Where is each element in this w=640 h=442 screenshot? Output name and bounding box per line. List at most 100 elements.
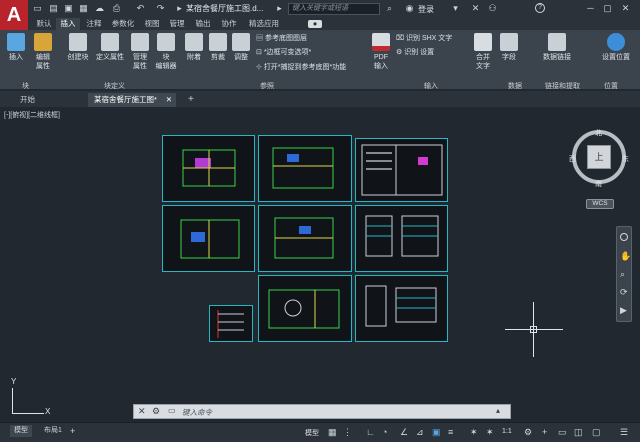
compass-west[interactable]: 西 [569, 154, 576, 164]
autocad-logo[interactable]: A [0, 0, 28, 30]
viewcube-face[interactable]: 上 [587, 145, 611, 169]
quick-properties-icon[interactable]: ◫ [574, 427, 583, 438]
new-file-icon[interactable]: ▭ [32, 3, 43, 14]
viewport-controls-label[interactable]: [-][俯视][二维线框] [4, 110, 60, 120]
grid-icon[interactable]: ▦ [328, 427, 337, 438]
tab-featured-apps[interactable]: 精选应用 [244, 18, 284, 30]
command-history-icon[interactable]: ▴ [496, 406, 500, 415]
tab-parametric[interactable]: 参数化 [108, 18, 138, 30]
scale-dropdown[interactable]: 1:1 [502, 428, 512, 435]
manage-attributes-button[interactable]: 管理 属性 [128, 33, 152, 71]
open-file-icon[interactable]: ▤ [48, 3, 59, 14]
workspace-gear-icon[interactable]: ⚙ [524, 427, 532, 438]
define-attributes-button[interactable]: 定义属性 [94, 33, 126, 62]
annotation-visibility-icon[interactable]: ✶ [470, 427, 478, 438]
isolate-objects-icon[interactable]: ▢ [592, 427, 601, 438]
print-icon[interactable]: ⎙ [111, 3, 122, 14]
tab-model[interactable]: 模型 [10, 425, 32, 437]
compass-north[interactable]: 北 [595, 128, 602, 138]
share-icon[interactable]: ▸ [174, 3, 185, 14]
object-snap-icon[interactable]: ▣ [432, 427, 441, 438]
ortho-icon[interactable]: ∟ [366, 427, 375, 438]
drawing-sheet[interactable] [355, 138, 448, 202]
field-button[interactable]: 字段 [498, 33, 520, 62]
maximize-icon[interactable]: ▢ [602, 3, 613, 14]
pdf-import-button[interactable]: PDF 输入 [368, 33, 394, 71]
command-line[interactable]: ✕ ⚙ ▭ 键入命令 ▴ [133, 404, 511, 419]
compass-east[interactable]: 东 [622, 154, 629, 164]
tab-insert[interactable]: 插入 [56, 18, 80, 30]
close-command-icon[interactable]: ✕ [138, 406, 146, 417]
model-space-button[interactable]: 模型 [305, 428, 319, 438]
command-input[interactable]: 键入命令 [182, 407, 212, 418]
new-tab-button[interactable]: + [182, 93, 198, 107]
attach-button[interactable]: 附着 [182, 33, 206, 62]
drawing-sheet[interactable] [355, 275, 448, 342]
customize-menu-icon[interactable]: ☰ [620, 427, 628, 438]
tab-default[interactable]: 默认 [32, 18, 56, 30]
object-snap-tracking-icon[interactable]: ⊿ [416, 427, 424, 438]
ribbon-options-icon[interactable]: ● [308, 20, 322, 28]
showmotion-icon[interactable]: ▶ [620, 305, 627, 316]
autodesk-app-icon[interactable]: ✕ [470, 3, 481, 14]
tab-annotate[interactable]: 注释 [82, 18, 106, 30]
login-link[interactable]: 登录 [418, 4, 434, 15]
drawing-sheet[interactable] [162, 205, 255, 272]
frames-vary-button[interactable]: ⊡ *边框可变选项* [256, 48, 311, 58]
block-editor-button[interactable]: 块 编辑器 [152, 33, 180, 71]
lineweight-icon[interactable]: ≡ [448, 427, 453, 438]
annotation-scale-icon[interactable]: ✶ [486, 427, 494, 438]
units-icon[interactable]: ▭ [558, 427, 567, 438]
undo-icon[interactable]: ↶ [135, 3, 146, 14]
zoom-icon[interactable]: ⌕ [620, 269, 625, 280]
viewcube-compass[interactable]: 上 [572, 130, 626, 184]
cloud-icon[interactable]: ☁ [94, 3, 105, 14]
recognize-shx-button[interactable]: ⌧ 识别 SHX 文字 [396, 34, 452, 44]
drawing-sheet[interactable] [258, 275, 352, 342]
edit-attributes-button[interactable]: 编辑 属性 [30, 33, 56, 71]
tab-collaborate[interactable]: 协作 [218, 18, 240, 30]
help-icon[interactable]: ? [535, 3, 545, 13]
data-link-button[interactable]: 数据链接 [540, 33, 574, 62]
tab-output[interactable]: 输出 [192, 18, 214, 30]
user-icon[interactable]: ◉ [404, 3, 415, 14]
snap-mode-icon[interactable]: ⋮ [343, 427, 352, 438]
orbit-icon[interactable]: ⟳ [620, 287, 628, 298]
compass-south[interactable]: 南 [595, 179, 602, 189]
drawing-sheet[interactable] [258, 135, 352, 202]
save-icon[interactable]: ▣ [63, 3, 74, 14]
underlay-layers-button[interactable]: ▤ 参考底图图层 [256, 34, 307, 44]
drawing-sheet[interactable] [355, 205, 448, 272]
drawing-sheet[interactable] [209, 305, 253, 342]
tab-active-document[interactable]: 某宿舍餐厅施工图* ✕ [88, 93, 176, 107]
drawing-sheet[interactable] [258, 205, 352, 272]
minimize-icon[interactable]: ─ [585, 3, 596, 14]
isodraft-icon[interactable]: ∠ [400, 427, 408, 438]
polar-tracking-icon[interactable]: ◔ [382, 427, 387, 438]
create-block-button[interactable]: 创建块 [64, 33, 92, 62]
redo-icon[interactable]: ↷ [155, 3, 166, 14]
cart-icon[interactable]: ▾ [450, 3, 461, 14]
set-location-button[interactable]: 设置位置 [596, 33, 636, 62]
merge-text-button[interactable]: 合并 文字 [470, 33, 496, 71]
snap-underlay-button[interactable]: ⊹ 打开*捕捉到参考底图*功能 [256, 63, 346, 73]
search-input[interactable]: 键入关键字或短语 [288, 3, 380, 15]
expand-arrow-icon[interactable]: ▸ [274, 3, 285, 14]
tab-layout1[interactable]: 布局1 [40, 425, 66, 437]
tab-add-layout[interactable]: + [66, 425, 79, 437]
wcs-menu[interactable]: WCS [586, 199, 614, 209]
customize-command-icon[interactable]: ⚙ [152, 406, 160, 417]
recognize-settings-button[interactable]: ⚙ 识别 设置 [396, 48, 434, 58]
annotation-monitor-icon[interactable]: + [542, 427, 547, 438]
tab-start[interactable]: 开始 [14, 93, 84, 107]
tab-manage[interactable]: 管理 [166, 18, 188, 30]
tab-view[interactable]: 视图 [141, 18, 163, 30]
pan-icon[interactable]: ✋ [620, 251, 631, 262]
save-as-icon[interactable]: ▦ [78, 3, 89, 14]
clip-button[interactable]: 剪裁 [206, 33, 230, 62]
steering-wheel-icon[interactable] [620, 233, 628, 241]
drawing-sheet[interactable] [162, 135, 255, 202]
close-tab-icon[interactable]: ✕ [166, 93, 172, 107]
command-prompt-icon[interactable]: ▭ [168, 406, 176, 415]
network-icon[interactable]: ⚇ [487, 3, 498, 14]
